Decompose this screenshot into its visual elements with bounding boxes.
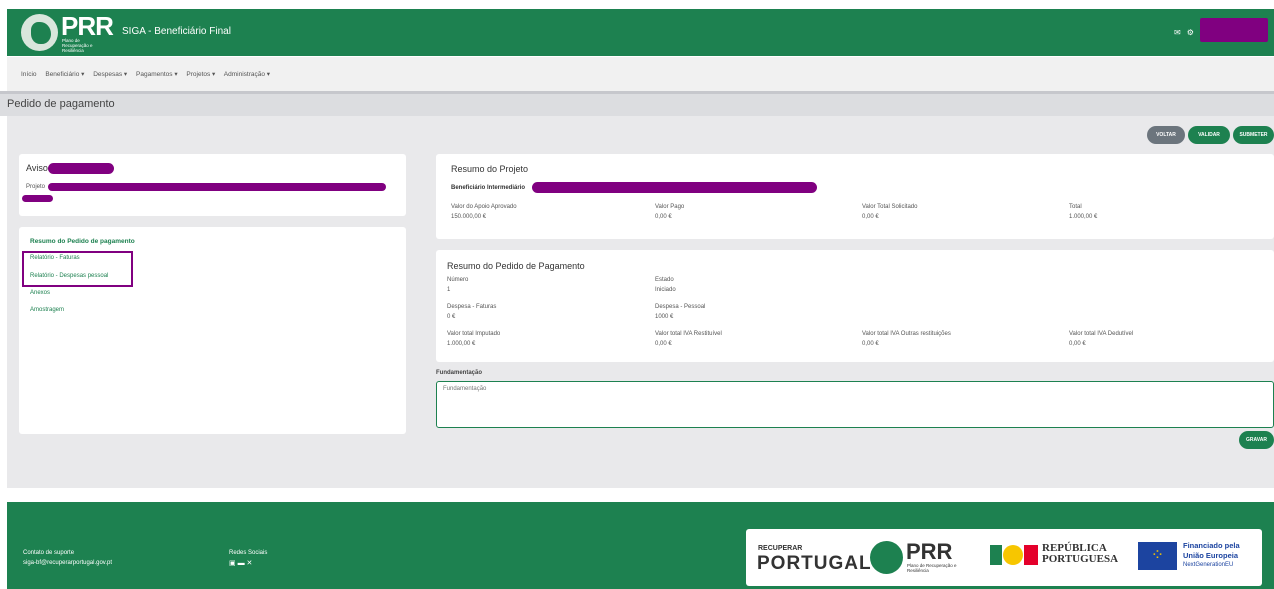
eu-line2: União Europeia — [1183, 551, 1239, 560]
estado-value: Iniciado — [655, 287, 676, 293]
projeto-value-redacted-2 — [22, 195, 53, 202]
submeter-button[interactable]: SUBMETER — [1233, 126, 1274, 144]
iva-dedutivel-value: 0,00 € — [1069, 341, 1086, 347]
fundamentacao-textarea[interactable] — [436, 381, 1274, 428]
aviso-title: Aviso — [26, 163, 48, 173]
projeto-value-redacted — [48, 183, 386, 191]
top-header: PRR Plano de Recuperação e Resiliência S… — [7, 9, 1274, 56]
prr-logo-subtitle: Plano de Recuperação e Resiliência — [62, 38, 93, 53]
x-icon[interactable]: ✕ — [247, 560, 253, 567]
resumo-pedido-title: Resumo do Pedido de Pagamento — [447, 261, 585, 271]
projeto-label: Projeto — [26, 184, 46, 190]
iva-dedutivel-label: Valor total IVA Dedutível — [1069, 331, 1134, 337]
funding-logos: RECUPERAR PORTUGAL PRR Plano de Recupera… — [746, 529, 1262, 586]
eu-flag-icon: ⁘ — [1138, 542, 1177, 570]
numero-label: Número — [447, 277, 469, 283]
gravar-button[interactable]: GRAVAR — [1239, 431, 1274, 449]
portugal-text: PORTUGAL — [757, 553, 872, 574]
despesa-faturas-value: 0 € — [447, 314, 456, 320]
main-navbar: Início Beneficiário ▾ Despesas ▾ Pagamen… — [7, 57, 1274, 91]
app-title: SIGA - Beneficiário Final — [122, 26, 231, 37]
republica-text: REPÚBLICA PORTUGUESA — [1042, 542, 1119, 565]
fundamentacao-label: Fundamentação — [436, 370, 483, 376]
mail-icon[interactable]: ✉ — [1174, 28, 1181, 37]
despesa-pessoal-value: 1000 € — [655, 314, 674, 320]
validar-button[interactable]: VALIDAR — [1188, 126, 1230, 144]
despesa-faturas-label: Despesa - Faturas — [447, 304, 497, 310]
eu-line1: Financiado pela — [1183, 541, 1240, 550]
republica-red-icon — [1024, 545, 1038, 565]
republica-flag-icon — [990, 545, 1002, 565]
valor-imputado-value: 1.000,00 € — [447, 341, 476, 347]
beneficiario-value-redacted — [532, 182, 817, 193]
iva-restituivel-value: 0,00 € — [655, 341, 672, 347]
nav-despesas[interactable]: Despesas ▾ — [93, 71, 127, 78]
prr-logo-icon[interactable] — [21, 14, 58, 51]
nav-beneficiario[interactable]: Beneficiário ▾ — [45, 71, 84, 78]
apoio-aprovado-value: 150.000,00 € — [451, 214, 487, 220]
total-value: 1.000,00 € — [1069, 214, 1098, 220]
apoio-aprovado-label: Valor do Apoio Aprovado — [451, 204, 517, 210]
sidebar-item-despesas-pessoal[interactable]: Relatório - Despesas pessoal — [30, 273, 108, 279]
sidebar-item-faturas[interactable]: Relatório - Faturas — [30, 255, 80, 261]
valor-imputado-label: Valor total Imputado — [447, 331, 501, 337]
nav-administracao[interactable]: Administração ▾ — [224, 71, 270, 78]
gear-icon[interactable]: ⚙ — [1187, 28, 1194, 37]
sidebar-item-anexos[interactable]: Anexos — [30, 290, 50, 296]
aviso-card: Aviso Projeto — [19, 154, 406, 216]
resumo-sidebar: Resumo do Pedido de pagamento Relatório … — [19, 227, 406, 434]
iva-outras-value: 0,00 € — [862, 341, 879, 347]
sidebar-title[interactable]: Resumo do Pedido de pagamento — [30, 238, 135, 245]
linkedin-icon[interactable]: ▣ — [229, 560, 236, 567]
resumo-pedido-card: Resumo do Pedido de Pagamento Número 1 E… — [436, 250, 1274, 362]
social-icons: ▣ ▬ ✕ — [229, 559, 252, 567]
valor-pago-label: Valor Pago — [655, 204, 685, 210]
youtube-icon[interactable]: ▬ — [238, 560, 245, 567]
total-solicitado-value: 0,00 € — [862, 214, 879, 220]
sidebar-item-amostragem[interactable]: Amostragem — [30, 307, 64, 313]
header-icons: ✉ ⚙ — [1174, 28, 1200, 37]
contact-label: Contato de suporte — [23, 550, 75, 556]
eu-line3: NextGenerationEU — [1183, 562, 1234, 568]
user-menu-redacted[interactable] — [1200, 18, 1268, 42]
numero-value: 1 — [447, 287, 451, 293]
social-label: Redes Sociais — [229, 550, 268, 556]
prr-footer-subtitle: Plano de Recuperação e Resiliência — [907, 563, 957, 573]
aviso-value-redacted — [48, 163, 114, 174]
page-header: Pedido de pagamento — [0, 91, 1274, 116]
iva-outras-label: Valor total IVA Outras restituições — [862, 331, 951, 337]
nav-projetos[interactable]: Projetos ▾ — [186, 71, 215, 78]
recuperar-small-text: RECUPERAR — [758, 545, 803, 552]
resumo-projeto-card: Resumo do Projeto Beneficiário Intermedi… — [436, 154, 1274, 239]
contact-email[interactable]: siga-bf@recuperarportugal.gov.pt — [23, 560, 112, 566]
page-title: Pedido de pagamento — [7, 98, 115, 110]
republica-sun-icon — [1003, 545, 1023, 565]
resumo-projeto-title: Resumo do Projeto — [451, 164, 529, 174]
total-label: Total — [1069, 204, 1082, 210]
total-solicitado-label: Valor Total Solicitado — [862, 204, 918, 210]
valor-pago-value: 0,00 € — [655, 214, 672, 220]
iva-restituivel-label: Valor total IVA Restituível — [655, 331, 722, 337]
prr-footer-text: PRR — [906, 539, 953, 564]
prr-footer-logo-icon — [870, 541, 903, 574]
estado-label: Estado — [655, 277, 674, 283]
nav-pagamentos[interactable]: Pagamentos ▾ — [136, 71, 178, 78]
nav-inicio[interactable]: Início — [21, 71, 37, 78]
beneficiario-label: Beneficiário Intermediário — [451, 185, 526, 191]
despesa-pessoal-label: Despesa - Pessoal — [655, 304, 706, 310]
voltar-button[interactable]: VOLTAR — [1147, 126, 1185, 144]
